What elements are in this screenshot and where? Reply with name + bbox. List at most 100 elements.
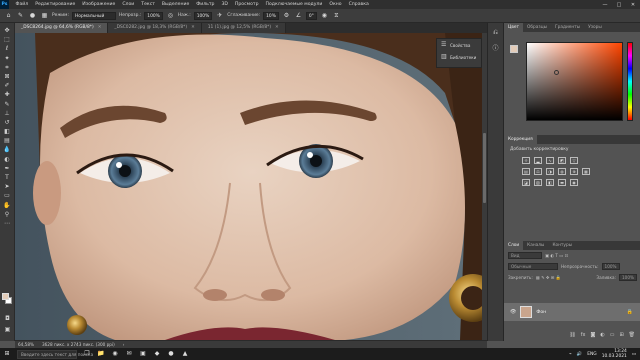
close-window-button[interactable]: ✕ bbox=[626, 2, 640, 8]
windows-start-icon[interactable]: ⊞ bbox=[3, 350, 11, 358]
invert-icon[interactable]: ◪ bbox=[522, 179, 530, 186]
brush-preset-icon[interactable]: ● bbox=[28, 11, 37, 20]
menu-type[interactable]: Текст bbox=[138, 2, 159, 7]
menu-layer[interactable]: Слои bbox=[119, 2, 138, 7]
info-icon[interactable]: ⓘ bbox=[492, 43, 498, 52]
new-layer-icon[interactable]: ⊞ bbox=[619, 332, 623, 341]
layer-name[interactable]: Фон bbox=[536, 310, 546, 315]
close-icon[interactable]: ✕ bbox=[275, 23, 279, 33]
foreground-color-swatch[interactable] bbox=[2, 293, 9, 300]
filter-icons[interactable]: ▣ ◐ T ▭ ⊡ bbox=[545, 253, 568, 258]
hand-tool-icon[interactable]: ✋ bbox=[2, 202, 13, 210]
color-balance-icon[interactable]: ⚖ bbox=[534, 168, 542, 175]
tab-channels[interactable]: Каналы bbox=[523, 241, 548, 250]
new-adjustment-icon[interactable]: ◐ bbox=[600, 332, 604, 341]
app-icon-2[interactable]: ● bbox=[167, 350, 175, 358]
tab-adjustments[interactable]: Коррекция bbox=[504, 135, 537, 144]
tab-patterns[interactable]: Узоры bbox=[584, 23, 606, 32]
path-selection-tool-icon[interactable]: ➤ bbox=[2, 183, 13, 191]
healing-brush-tool-icon[interactable]: ✚ bbox=[2, 91, 13, 99]
document-canvas[interactable] bbox=[15, 33, 482, 340]
tab-swatches[interactable]: Образцы bbox=[523, 23, 551, 32]
pen-tool-icon[interactable]: ✒ bbox=[2, 165, 13, 173]
more-tools-icon[interactable]: ⋯ bbox=[2, 220, 13, 228]
quick-select-tool-icon[interactable]: ✦ bbox=[2, 55, 13, 63]
blend-mode-select[interactable]: Обычные bbox=[508, 263, 558, 270]
brush-tool-icon[interactable]: ✎ bbox=[16, 11, 25, 20]
minimize-button[interactable]: — bbox=[598, 2, 612, 8]
tab-gradients[interactable]: Градиенты bbox=[551, 23, 584, 32]
zoom-tool-icon[interactable]: ⚲ bbox=[2, 211, 13, 219]
channel-mixer-icon[interactable]: ⊕ bbox=[570, 168, 578, 175]
menu-view[interactable]: Просмотр bbox=[231, 2, 262, 7]
gradient-map-icon[interactable]: ▬ bbox=[558, 179, 566, 186]
pressure-opacity-icon[interactable]: ◎ bbox=[166, 11, 175, 20]
black-white-icon[interactable]: ◑ bbox=[546, 168, 554, 175]
visibility-eye-icon[interactable]: 👁 bbox=[510, 309, 516, 315]
threshold-icon[interactable]: ◧ bbox=[546, 179, 554, 186]
eraser-tool-icon[interactable]: ◧ bbox=[2, 128, 13, 136]
layer-opacity-field[interactable]: 100% bbox=[601, 263, 620, 270]
color-lookup-icon[interactable]: ▦ bbox=[582, 168, 590, 175]
home-icon[interactable]: ⌂ bbox=[4, 11, 13, 20]
opacity-field[interactable]: 100% bbox=[144, 11, 163, 20]
menu-help[interactable]: Справка bbox=[345, 2, 372, 7]
lock-icon[interactable]: 🔒 bbox=[627, 309, 633, 315]
mode-select[interactable]: Нормальный bbox=[71, 11, 116, 20]
posterize-icon[interactable]: ▧ bbox=[534, 179, 542, 186]
smoothing-settings-icon[interactable]: ⚙ bbox=[282, 11, 291, 20]
curves-icon[interactable]: ∿ bbox=[546, 157, 554, 164]
move-tool-icon[interactable]: ✥ bbox=[2, 27, 13, 35]
link-layers-icon[interactable]: ⛓ bbox=[569, 332, 575, 341]
zoom-level[interactable]: 64,58% bbox=[18, 342, 34, 347]
network-icon[interactable]: ⌁ bbox=[569, 352, 572, 357]
close-icon[interactable]: ✕ bbox=[98, 23, 102, 33]
brightness-contrast-icon[interactable]: ☼ bbox=[522, 157, 530, 164]
marquee-tool-icon[interactable]: ⬚ bbox=[2, 36, 13, 44]
selective-color-icon[interactable]: ◉ bbox=[570, 179, 578, 186]
layer-style-icon[interactable]: fx bbox=[581, 332, 586, 341]
menu-file[interactable]: Файл bbox=[12, 2, 32, 7]
history-icon[interactable]: ⎌ bbox=[493, 29, 498, 37]
dodge-tool-icon[interactable]: ◐ bbox=[2, 156, 13, 164]
document-info[interactable]: 3628 пикс. x 2743 пикс. (300 ppi) bbox=[42, 342, 115, 347]
exposure-icon[interactable]: ◩ bbox=[558, 157, 566, 164]
menu-window[interactable]: Окно bbox=[326, 2, 345, 7]
blur-tool-icon[interactable]: 💧 bbox=[2, 146, 13, 154]
lasso-tool-icon[interactable]: ℓ bbox=[2, 45, 13, 53]
eyedropper-tool-icon[interactable]: ✐ bbox=[2, 82, 13, 90]
tab-paths[interactable]: Контуры bbox=[548, 241, 576, 250]
tab-layers[interactable]: Слои bbox=[504, 241, 524, 250]
app-icon-3[interactable]: ▲ bbox=[181, 350, 189, 358]
hue-saturation-icon[interactable]: ▤ bbox=[522, 168, 530, 175]
menu-select[interactable]: Выделение bbox=[158, 2, 192, 7]
close-icon[interactable]: ✕ bbox=[191, 23, 195, 33]
color-picker-cursor[interactable] bbox=[554, 70, 559, 75]
hue-slider[interactable] bbox=[627, 42, 633, 121]
maximize-button[interactable]: □ bbox=[612, 2, 626, 8]
symmetry-icon[interactable]: ⧖ bbox=[332, 11, 341, 20]
menu-filter[interactable]: Фильтр bbox=[193, 2, 218, 7]
quick-mask-icon[interactable]: ◘ bbox=[2, 315, 13, 323]
taskbar-search-input[interactable]: Введите здесь текст для поиска bbox=[17, 349, 93, 359]
menu-plugins[interactable]: Подключаемые модули bbox=[262, 2, 326, 7]
tab-document-1[interactable]: _DSC8264.jpg @ 64,6% (RGB/8*) ✕ bbox=[15, 23, 109, 33]
layer-row-background[interactable]: 👁 Фон 🔒 bbox=[504, 303, 640, 321]
smoothing-field[interactable]: 10% bbox=[263, 11, 279, 20]
pressure-size-icon[interactable]: ◉ bbox=[320, 11, 329, 20]
vibrance-icon[interactable]: ▽ bbox=[570, 157, 578, 164]
volume-icon[interactable]: 🔊 bbox=[577, 352, 582, 357]
new-group-icon[interactable]: ▭ bbox=[610, 332, 615, 341]
tab-document-3[interactable]: 11 (1).jpg @ 12,5% (RGB/8*) ✕ bbox=[201, 23, 286, 33]
app-icon[interactable]: ◆ bbox=[153, 350, 161, 358]
kind-filter-select[interactable]: Вид bbox=[508, 252, 542, 259]
angle-field[interactable]: 0° bbox=[305, 11, 317, 20]
brush-settings-icon[interactable]: ▦ bbox=[40, 11, 49, 20]
lock-icons[interactable]: ▦ ✎ ✥ ⊞ 🔒 bbox=[536, 275, 561, 281]
properties-panel-button[interactable]: ☰ Свойства bbox=[437, 39, 481, 51]
airbrush-icon[interactable]: ✈ bbox=[215, 11, 224, 20]
task-view-icon[interactable]: ❐ bbox=[83, 350, 91, 358]
crop-tool-icon[interactable]: ⌗ bbox=[2, 64, 13, 72]
shape-tool-icon[interactable]: ▭ bbox=[2, 192, 13, 200]
add-mask-icon[interactable]: ◙ bbox=[590, 332, 595, 341]
